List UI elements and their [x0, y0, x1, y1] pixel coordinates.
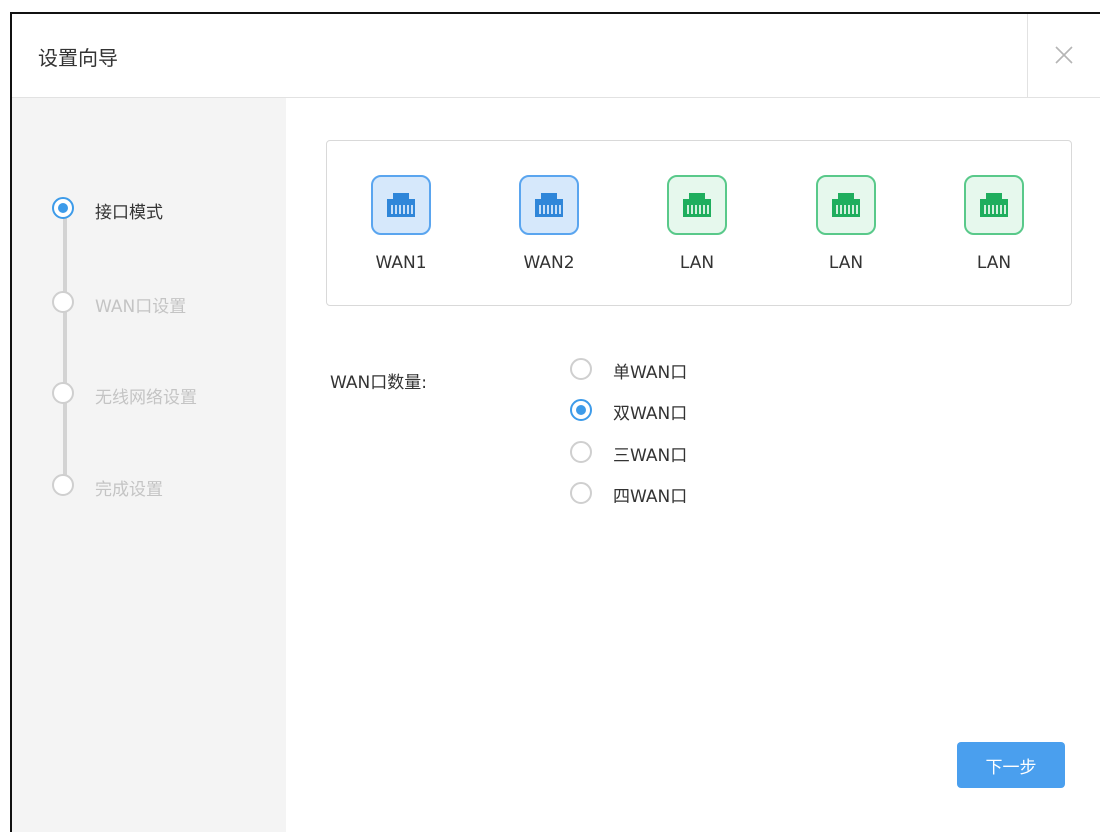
setup-wizard-dialog: 设置向导 接口模式 WAN口设置 无线网络设置 完成设置 WAN1 WAN2 L… — [10, 12, 1100, 832]
port-label: WAN1 — [375, 253, 427, 273]
radio-circle-icon[interactable] — [570, 441, 592, 463]
port-diagram: WAN1 WAN2 LAN LAN LAN — [326, 140, 1072, 306]
port-wan2: WAN2 — [508, 175, 588, 275]
step-label: WAN口设置 — [95, 297, 187, 317]
step-indicator-icon — [52, 197, 74, 219]
step-label: 无线网络设置 — [95, 388, 197, 408]
ethernet-port-icon — [816, 175, 876, 235]
port-lan: LAN — [953, 175, 1033, 275]
port-wan1: WAN1 — [360, 175, 440, 275]
dialog-title: 设置向导 — [38, 46, 118, 70]
ethernet-port-icon — [667, 175, 727, 235]
step-indicator-icon — [52, 382, 74, 404]
radio-label[interactable]: 双WAN口 — [613, 399, 687, 424]
radio-label[interactable]: 单WAN口 — [613, 358, 687, 383]
port-label: LAN — [976, 253, 1012, 273]
port-lan: LAN — [656, 175, 736, 275]
radio-circle-icon[interactable] — [570, 358, 592, 380]
step-indicator-icon — [52, 291, 74, 313]
ethernet-port-icon — [964, 175, 1024, 235]
wan-count-label: WAN口数量: — [330, 373, 427, 393]
radio-label[interactable]: 三WAN口 — [613, 441, 687, 466]
radio-circle-icon[interactable] — [570, 482, 592, 504]
step-label: 完成设置 — [95, 480, 163, 500]
step-label: 接口模式 — [95, 203, 163, 223]
port-label: LAN — [828, 253, 864, 273]
radio-checked-icon[interactable] — [570, 399, 592, 421]
ethernet-port-icon — [371, 175, 431, 235]
close-icon — [1055, 46, 1073, 64]
step-indicator-icon — [52, 474, 74, 496]
port-label: WAN2 — [523, 253, 575, 273]
close-button[interactable] — [1027, 14, 1100, 97]
next-step-button[interactable]: 下一步 — [957, 742, 1065, 788]
wizard-steps-sidebar: 接口模式 WAN口设置 无线网络设置 完成设置 — [12, 98, 286, 832]
radio-label[interactable]: 四WAN口 — [613, 482, 687, 507]
port-label: LAN — [679, 253, 715, 273]
steps-connector-line — [63, 215, 67, 485]
dialog-header: 设置向导 — [12, 14, 1100, 98]
port-lan: LAN — [805, 175, 885, 275]
ethernet-port-icon — [519, 175, 579, 235]
